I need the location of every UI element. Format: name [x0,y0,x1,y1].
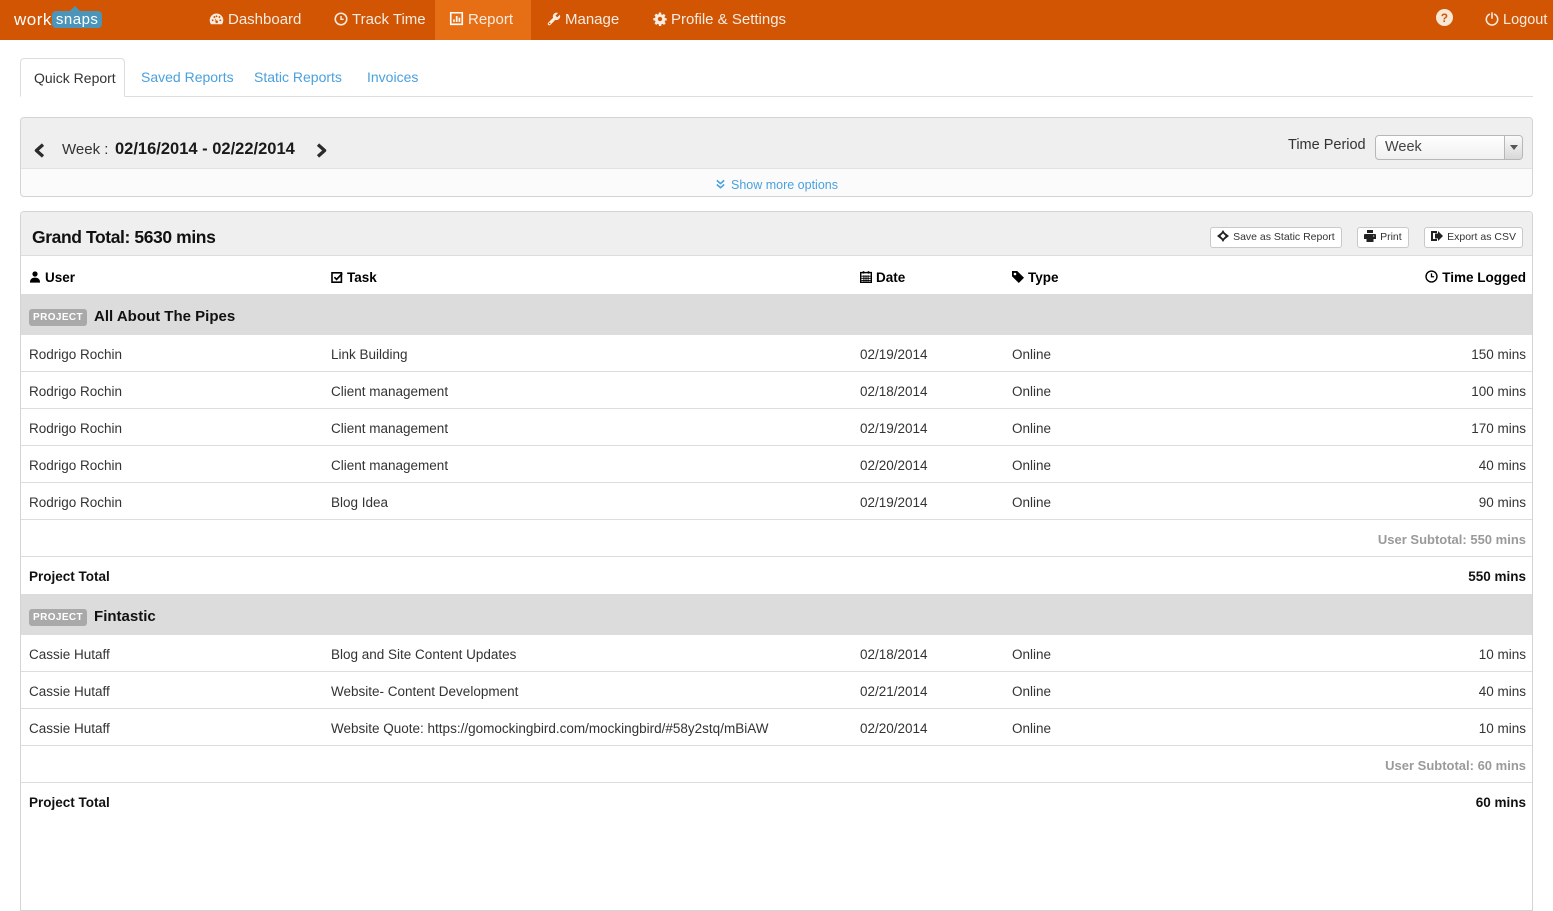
svg-text:?: ? [1441,12,1448,25]
